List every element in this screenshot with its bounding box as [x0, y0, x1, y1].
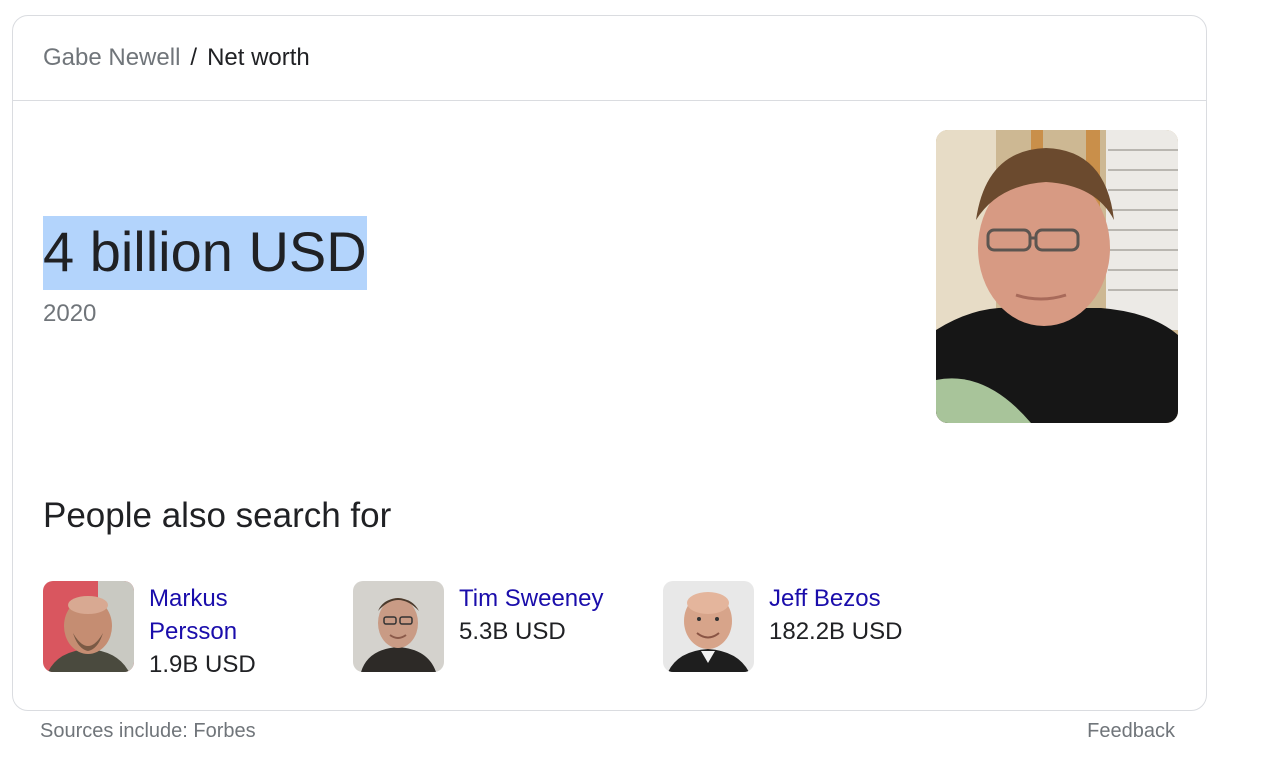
person-name-link[interactable]: Jeff Bezos — [769, 582, 902, 615]
person-net-worth: 5.3B USD — [459, 618, 566, 645]
list-item[interactable]: Tim Sweeney 5.3B USD — [353, 581, 663, 681]
markus-persson-thumbnail[interactable] — [43, 581, 134, 672]
sources-text: Sources include: Forbes — [40, 720, 256, 742]
people-also-search-title: People also search for — [43, 496, 392, 535]
breadcrumb-separator: / — [190, 44, 198, 71]
feedback-link[interactable]: Feedback — [1087, 720, 1175, 743]
tim-sweeney-thumbnail[interactable] — [353, 581, 444, 672]
person-net-worth: 182.2B USD — [769, 618, 903, 645]
person-net-worth: 1.9B USD — [149, 651, 256, 678]
person-name-link[interactable]: Tim Sweeney — [459, 582, 604, 615]
list-item[interactable]: Markus Persson 1.9B USD — [43, 581, 353, 681]
list-item-text: Markus Persson 1.9B USD — [149, 582, 269, 681]
people-also-search-list: Markus Persson 1.9B USD Tim Sweeney 5.3B… — [43, 581, 973, 681]
breadcrumb: Gabe Newell / Net worth — [13, 16, 1206, 101]
person-name-link[interactable]: Markus Persson — [149, 582, 269, 648]
list-item[interactable]: Jeff Bezos 182.2B USD — [663, 581, 973, 681]
net-worth-value: 4 billion USD — [43, 216, 367, 290]
list-item-text: Jeff Bezos 182.2B USD — [769, 582, 902, 648]
list-item-text: Tim Sweeney 5.3B USD — [459, 582, 604, 648]
net-worth-card: Gabe Newell / Net worth 4 billion USD 20… — [12, 15, 1207, 711]
net-worth-year: 2020 — [43, 300, 97, 327]
jeff-bezos-thumbnail[interactable] — [663, 581, 754, 672]
breadcrumb-current: Net worth — [207, 44, 310, 71]
answer-block: 4 billion USD 2020 — [43, 216, 367, 328]
breadcrumb-parent-link[interactable]: Gabe Newell — [43, 44, 180, 72]
gabe-newell-photo[interactable] — [936, 130, 1178, 423]
card-footer: Sources include: Forbes Feedback — [40, 720, 1175, 743]
